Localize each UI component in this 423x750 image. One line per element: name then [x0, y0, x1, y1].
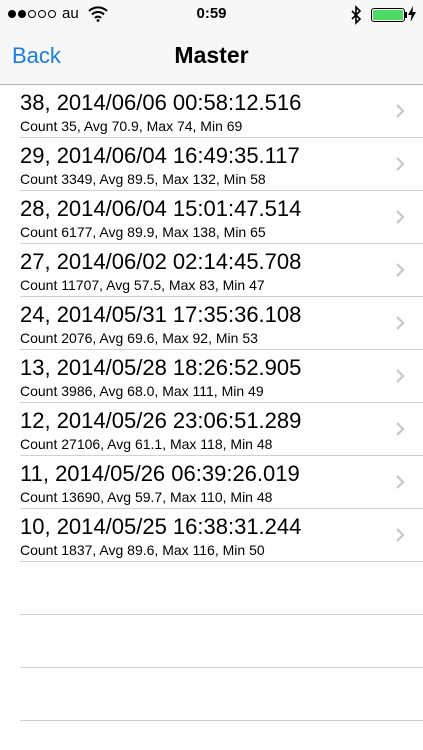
empty-row	[20, 668, 423, 721]
chevron-right-icon	[395, 209, 405, 230]
chevron-right-icon	[395, 527, 405, 548]
item-title: 28, 2014/06/04 15:01:47.514	[20, 196, 302, 221]
chevron-right-icon	[395, 368, 405, 389]
chevron-right-icon	[395, 421, 405, 442]
item-title: 24, 2014/05/31 17:35:36.108	[20, 302, 302, 327]
list-item[interactable]: 12, 2014/05/26 23:06:51.289 Count 27106,…	[20, 403, 423, 456]
status-bar: au 0:59	[0, 0, 423, 30]
item-title: 10, 2014/05/25 16:38:31.244	[20, 514, 302, 539]
item-title: 27, 2014/06/02 02:14:45.708	[20, 249, 302, 274]
item-detail: Count 3349, Avg 89.5, Max 132, Min 58	[20, 171, 266, 187]
item-title: 12, 2014/05/26 23:06:51.289	[20, 408, 302, 433]
page-title: Master	[174, 42, 249, 68]
list-item[interactable]: 11, 2014/05/26 06:39:26.019 Count 13690,…	[20, 456, 423, 509]
navigation-bar: Back Master	[0, 30, 423, 85]
item-detail: Count 1837, Avg 89.6, Max 116, Min 50	[20, 542, 265, 558]
chevron-right-icon	[395, 262, 405, 283]
session-list: 38, 2014/06/06 00:58:12.516 Count 35, Av…	[0, 85, 423, 721]
list-item[interactable]: 29, 2014/06/04 16:49:35.117 Count 3349, …	[20, 138, 423, 191]
chevron-right-icon	[395, 103, 405, 124]
item-detail: Count 6177, Avg 89.9, Max 138, Min 65	[20, 224, 266, 240]
item-detail: Count 35, Avg 70.9, Max 74, Min 69	[20, 118, 243, 134]
chevron-right-icon	[395, 315, 405, 336]
chevron-right-icon	[395, 156, 405, 177]
item-detail: Count 11707, Avg 57.5, Max 83, Min 47	[20, 277, 265, 293]
chevron-right-icon	[395, 474, 405, 495]
list-item[interactable]: 10, 2014/05/25 16:38:31.244 Count 1837, …	[20, 509, 423, 562]
item-detail: Count 27106, Avg 61.1, Max 118, Min 48	[20, 436, 273, 452]
charging-bolt-icon	[408, 6, 416, 27]
list-item[interactable]: 24, 2014/05/31 17:35:36.108 Count 2076, …	[20, 297, 423, 350]
empty-row	[20, 562, 423, 615]
list-item[interactable]: 13, 2014/05/28 18:26:52.905 Count 3986, …	[20, 350, 423, 403]
list-item[interactable]: 27, 2014/06/02 02:14:45.708 Count 11707,…	[20, 244, 423, 297]
bluetooth-icon	[350, 5, 362, 30]
battery-icon	[371, 8, 405, 22]
list-item[interactable]: 38, 2014/06/06 00:58:12.516 Count 35, Av…	[20, 85, 423, 138]
item-detail: Count 13690, Avg 59.7, Max 110, Min 48	[20, 489, 273, 505]
item-detail: Count 3986, Avg 68.0, Max 111, Min 49	[20, 383, 264, 399]
item-title: 38, 2014/06/06 00:58:12.516	[20, 90, 302, 115]
empty-row	[20, 615, 423, 668]
item-title: 13, 2014/05/28 18:26:52.905	[20, 355, 302, 380]
item-detail: Count 2076, Avg 69.6, Max 92, Min 53	[20, 330, 258, 346]
item-title: 11, 2014/05/26 06:39:26.019	[20, 461, 300, 486]
item-title: 29, 2014/06/04 16:49:35.117	[20, 143, 300, 168]
battery-tip	[405, 12, 407, 18]
list-item[interactable]: 28, 2014/06/04 15:01:47.514 Count 6177, …	[20, 191, 423, 244]
